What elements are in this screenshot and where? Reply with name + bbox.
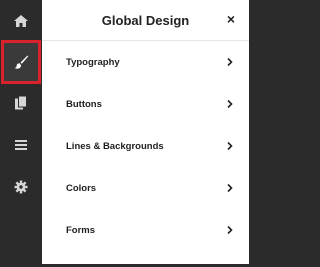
menu-item-typography[interactable]: Typography [42, 41, 249, 83]
chevron-right-icon [227, 225, 233, 235]
menu-item-label: Typography [66, 56, 120, 68]
paintbrush-icon [14, 55, 29, 69]
gear-icon [14, 180, 28, 194]
menu-item-buttons[interactable]: Buttons [42, 83, 249, 125]
menu-lines-icon [15, 140, 27, 150]
menu-item-label: Colors [66, 182, 97, 194]
design-menu: Typography Buttons Lines & Backgrounds C… [42, 41, 249, 251]
pages-icon [15, 95, 27, 110]
design-button[interactable] [1, 40, 41, 84]
panel-header: Global Design × [42, 0, 249, 41]
panel-title: Global Design [101, 12, 190, 28]
sidebar-rail [0, 0, 42, 267]
menu-item-lines-backgrounds[interactable]: Lines & Backgrounds [42, 125, 249, 167]
chevron-right-icon [227, 99, 233, 109]
menu-item-colors[interactable]: Colors [42, 167, 249, 209]
global-design-panel: Global Design × Typography Buttons Lines… [42, 0, 249, 264]
chevron-right-icon [227, 183, 233, 193]
home-icon [14, 15, 28, 27]
menu-item-label: Lines & Backgrounds [66, 140, 164, 152]
menu-button[interactable] [0, 124, 42, 166]
home-button[interactable] [0, 0, 42, 42]
menu-item-forms[interactable]: Forms [42, 209, 249, 251]
menu-item-label: Forms [66, 224, 96, 236]
menu-item-label: Buttons [66, 98, 102, 110]
chevron-right-icon [227, 57, 233, 67]
chevron-right-icon [227, 141, 233, 151]
settings-button[interactable] [0, 166, 42, 208]
pages-button[interactable] [0, 82, 42, 124]
close-icon[interactable]: × [227, 12, 235, 26]
